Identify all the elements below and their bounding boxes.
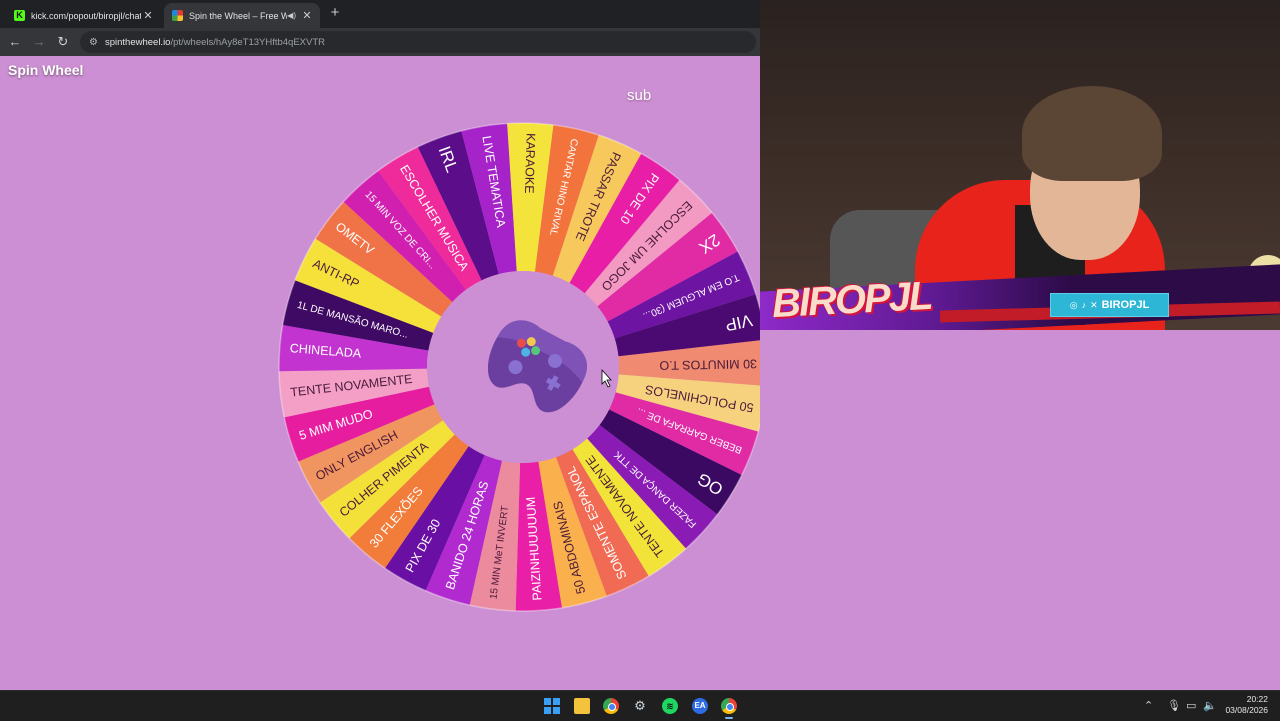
social-handle: BIROPJL [1101, 299, 1150, 311]
chrome-active-icon[interactable] [721, 698, 737, 714]
address-bar[interactable]: ⚙ spinthewheel.io/pt/wheels/hAy8eT13YHft… [80, 31, 756, 53]
spotify-icon[interactable]: ≋ [662, 698, 678, 714]
windows-start-icon[interactable] [544, 698, 560, 714]
back-arrow-icon[interactable]: ← [7, 34, 23, 50]
streamer-graffiti-logo: BIROPJL [770, 273, 933, 327]
streamer-hair [1022, 86, 1162, 181]
system-clock[interactable]: 20:22 03/08/2026 [1225, 694, 1268, 716]
speaker-icon[interactable]: ◀) [287, 11, 296, 20]
display-icon[interactable]: ▭ [1186, 697, 1196, 715]
url-text: spinthewheel.io/pt/wheels/hAy8eT13YHftb4… [104, 36, 326, 48]
overlay-background [760, 330, 1280, 690]
tab-spin-the-wheel[interactable]: Spin the Wheel – Free Whe ◀) ✕ [164, 3, 320, 28]
tab-title: Spin the Wheel – Free Whe [189, 10, 288, 21]
active-app-indicator [725, 717, 733, 719]
windows-taskbar: ⚙ ≋ EA ⌃ 🎙 ▭ 🔈 20:22 03/08/2026 [0, 690, 1280, 721]
spin-wheel[interactable]: 30 MINUTOS T.O50 POLICHINELOSBEBER GARRA… [0, 56, 760, 690]
new-tab-button[interactable]: + [326, 4, 344, 22]
clock-time: 20:22 [1246, 694, 1268, 704]
kick-favicon-icon: K [14, 10, 25, 21]
tab-kick-chat[interactable]: K kick.com/popout/biropjl/chat ✕ [6, 3, 161, 28]
tab-close-icon[interactable]: ✕ [300, 9, 314, 22]
tab-title: kick.com/popout/biropjl/chat [31, 10, 141, 21]
ea-app-icon[interactable]: EA [692, 698, 708, 714]
microphone-icon[interactable]: 🎙 [1167, 697, 1181, 715]
tab-strip: K kick.com/popout/biropjl/chat ✕ Spin th… [0, 0, 760, 28]
clock-date: 03/08/2026 [1225, 705, 1268, 715]
tab-close-icon[interactable]: ✕ [141, 9, 155, 22]
x-icon: ✕ [1090, 299, 1098, 310]
spinthewheel-favicon-icon [172, 10, 183, 21]
browser-toolbar: ← → ↻ ⚙ spinthewheel.io/pt/wheels/hAy8eT… [0, 28, 760, 56]
browser-window: K kick.com/popout/biropjl/chat ✕ Spin th… [0, 0, 760, 690]
instagram-icon: ◎ [1069, 299, 1078, 310]
wheel-segment-label: KARAOKE [522, 133, 538, 194]
steam-icon[interactable]: ⚙ [632, 698, 648, 714]
wheel-segment-label: 30 MINUTOS T.O [659, 357, 757, 373]
forward-arrow-icon[interactable]: → [31, 34, 47, 50]
volume-icon[interactable]: 🔈 [1203, 697, 1217, 715]
stream-banner: BIROPJL [760, 264, 1280, 342]
tray-overflow-icon[interactable]: ⌃ [1144, 697, 1153, 715]
file-explorer-icon[interactable] [574, 698, 590, 714]
social-handle-badge: ◎ ♪ ✕ BIROPJL [1050, 293, 1169, 317]
reload-icon[interactable]: ↻ [55, 34, 71, 50]
site-info-icon[interactable]: ⚙ [89, 37, 98, 48]
tiktok-icon: ♪ [1081, 300, 1087, 310]
chrome-icon[interactable] [603, 698, 619, 714]
spin-wheel-page: Spin Wheel sub 30 MINUTOS T.O 50 POLICHIN… [0, 56, 760, 690]
